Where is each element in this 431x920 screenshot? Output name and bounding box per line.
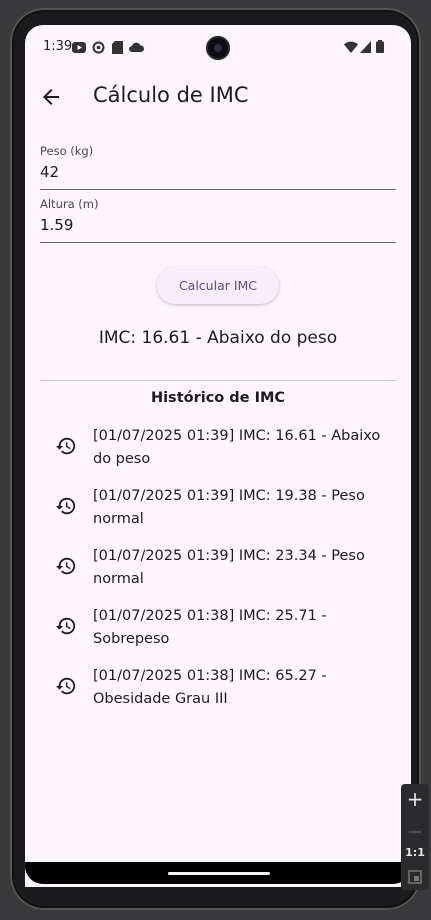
history-entry-line2: Obesidade Grau III [93, 691, 228, 707]
history-entry: [01/07/2025 01:38] IMC: 65.27 - Obesidade… [93, 665, 385, 711]
history-icon [55, 617, 76, 635]
settings-icon [92, 41, 105, 54]
history-entry: [01/07/2025 01:39] IMC: 23.34 - Peso norm… [93, 545, 385, 591]
history-entry-line1: [01/07/2025 01:39] IMC: 23.34 - Peso [93, 548, 365, 564]
zoom-in-button[interactable]: + [401, 787, 429, 811]
history-entry-line2: normal [93, 571, 144, 587]
page-title: Cálculo de IMC [93, 83, 249, 107]
history-item: [01/07/2025 01:39] IMC: 16.61 - Abaixo do… [55, 425, 385, 481]
history-item: [01/07/2025 01:39] IMC: 23.34 - Peso norm… [55, 545, 385, 601]
history-icon [55, 437, 76, 455]
history-entry-line1: [01/07/2025 01:39] IMC: 19.38 - Peso [93, 488, 365, 504]
cell-signal-icon [360, 41, 371, 53]
app-screen: 1:39 Cálculo de IMC Peso (kg) 42 Altura … [25, 25, 411, 887]
weight-underline [40, 189, 396, 190]
history-entry-line2: Sobrepeso [93, 631, 170, 647]
history-icon [55, 677, 76, 695]
divider [40, 380, 396, 381]
history-entry: [01/07/2025 01:38] IMC: 25.71 - Sobrepeso [93, 605, 385, 651]
battery-icon [376, 40, 384, 53]
back-arrow-icon[interactable] [39, 85, 63, 109]
sd-card-icon [112, 41, 123, 54]
height-label: Altura (m) [40, 197, 99, 211]
zoom-out-button[interactable]: — [401, 824, 429, 840]
history-entry-line2: normal [93, 511, 144, 527]
history-title: Histórico de IMC [150, 390, 286, 406]
cloud-icon [129, 42, 144, 52]
history-entry: [01/07/2025 01:39] IMC: 16.61 - Abaixo do… [93, 425, 385, 471]
history-item: [01/07/2025 01:38] IMC: 25.71 - Sobrepeso [55, 605, 385, 661]
status-time: 1:39 [43, 39, 73, 54]
history-entry-line2: do peso [93, 451, 151, 467]
navigation-bar [25, 862, 411, 884]
weight-label: Peso (kg) [40, 144, 94, 158]
bmi-result: IMC: 16.61 - Abaixo do peso [98, 328, 338, 348]
zoom-reset-button[interactable]: 1:1 [401, 846, 429, 859]
history-item: [01/07/2025 01:38] IMC: 65.27 - Obesidade… [55, 665, 385, 721]
weight-input[interactable]: 42 [40, 163, 380, 181]
emulator-zoom-toolbar: + — 1:1 [401, 784, 429, 890]
calculate-bmi-button[interactable]: Calcular IMC [157, 267, 279, 304]
height-underline [40, 242, 396, 243]
youtube-icon [72, 42, 86, 53]
history-entry-line1: [01/07/2025 01:39] IMC: 16.61 - Abaixo [93, 428, 381, 444]
fit-screen-icon[interactable] [408, 870, 422, 884]
wifi-icon [344, 41, 358, 53]
home-gesture-handle[interactable] [168, 872, 270, 875]
history-entry-line1: [01/07/2025 01:38] IMC: 25.71 - [93, 608, 327, 624]
history-icon [55, 557, 76, 575]
history-entry: [01/07/2025 01:39] IMC: 19.38 - Peso norm… [93, 485, 385, 531]
status-bar: 1:39 [25, 25, 411, 69]
height-field[interactable]: Altura (m) 1.59 [40, 197, 396, 243]
height-input[interactable]: 1.59 [40, 216, 380, 234]
front-camera [206, 36, 230, 60]
history-icon [55, 497, 76, 515]
history-item: [01/07/2025 01:39] IMC: 19.38 - Peso norm… [55, 485, 385, 541]
weight-field[interactable]: Peso (kg) 42 [40, 144, 396, 190]
history-entry-line1: [01/07/2025 01:38] IMC: 65.27 - [93, 668, 327, 684]
